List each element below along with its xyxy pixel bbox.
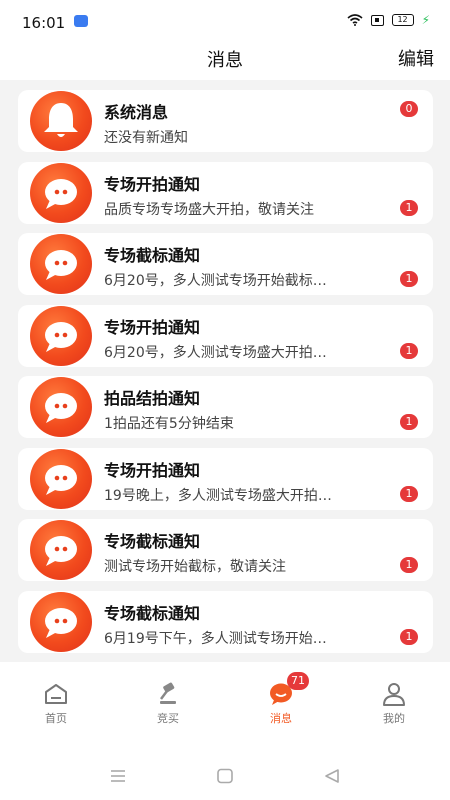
message-title: 系统消息 (104, 103, 169, 122)
tab-profile[interactable]: 我的 (364, 682, 424, 726)
unread-count-badge: 71 (287, 672, 309, 690)
tab-label: 消息 (270, 712, 292, 725)
message-list: 系统消息 还没有新通知 0 专场开拍通知 品质专场专场盛大开拍，敬请关注 1 专… (18, 90, 433, 662)
chat-bubble-icon (30, 234, 92, 294)
bell-icon (30, 91, 92, 151)
system-nav-bar (0, 750, 450, 800)
message-preview: 1拍品还有5分钟结束 (104, 416, 234, 432)
message-title: 专场开拍通知 (104, 460, 201, 480)
message-preview: 6月20号，多人测试专场盛大开拍… (104, 344, 327, 361)
person-icon (383, 683, 405, 706)
message-title: 专场开拍通知 (104, 174, 201, 194)
gavel-icon (160, 682, 176, 704)
unread-badge: 1 (400, 199, 418, 216)
screen-record-icon (370, 14, 384, 26)
message-preview: 测试专场开始截标，敬请关注 (104, 559, 286, 575)
chat-bubble-icon (30, 520, 92, 580)
message-title: 专场开拍通知 (104, 317, 201, 337)
unread-badge: 1 (400, 628, 418, 645)
unread-badge: 1 (400, 342, 418, 359)
status-icons: 12 ⚡ (347, 13, 430, 27)
message-item[interactable]: 专场开拍通知 6月20号，多人测试专场盛大开拍… 1 (18, 304, 433, 367)
message-item[interactable]: 专场开拍通知 品质专场专场盛大开拍，敬请关注 1 (18, 161, 433, 224)
app-notification-icon (74, 15, 88, 27)
chat-bubble-icon (30, 591, 92, 652)
unread-badge: 0 (400, 101, 418, 117)
message-title: 拍品结拍通知 (104, 389, 201, 408)
tab-label: 竞买 (157, 712, 179, 725)
message-title: 专场截标通知 (104, 246, 201, 265)
message-preview: 还没有新通知 (104, 130, 188, 146)
battery-icon: 12 (391, 14, 414, 26)
tab-label: 首页 (45, 712, 67, 725)
home-icon (45, 684, 67, 704)
chat-bubble-icon (30, 305, 92, 366)
status-bar: 16:01 12 ⚡ (0, 0, 450, 44)
message-item[interactable]: 专场截标通知 6月20号，多人测试专场开始截标… 1 (18, 233, 433, 295)
message-preview: 6月20号，多人测试专场开始截标… (104, 273, 327, 289)
message-item[interactable]: 专场截标通知 6月19号下午，多人测试专场开始… 1 (18, 590, 433, 653)
status-time: 16:01 (22, 14, 66, 32)
unread-badge: 1 (400, 557, 418, 573)
back-icon[interactable] (322, 768, 342, 784)
message-item[interactable]: 专场截标通知 测试专场开始截标，敬请关注 1 (18, 519, 433, 581)
unread-badge: 1 (400, 271, 418, 287)
tab-label: 我的 (383, 712, 405, 725)
message-preview: 品质专场专场盛大开拍，敬请关注 (104, 201, 314, 218)
header: 消息 编辑 (0, 44, 450, 80)
tab-bidding[interactable]: 竞买 (138, 682, 198, 726)
message-item-system[interactable]: 系统消息 还没有新通知 0 (18, 90, 433, 152)
wifi-icon (347, 14, 363, 26)
chat-bubble-icon (30, 377, 92, 437)
message-title: 专场截标通知 (104, 532, 201, 551)
chat-bubble-icon (30, 448, 92, 509)
chat-bubble-icon (30, 162, 92, 223)
message-preview: 6月19号下午，多人测试专场开始… (104, 630, 327, 647)
message-preview: 19号晚上，多人测试专场盛大开拍… (104, 487, 332, 504)
unread-badge: 1 (400, 414, 418, 430)
home-nav-icon[interactable] (215, 768, 235, 784)
bottom-tab-bar: 首页 竞买 71 消息 我的 (0, 662, 450, 750)
page-title: 消息 (207, 50, 243, 71)
message-item[interactable]: 拍品结拍通知 1拍品还有5分钟结束 1 (18, 376, 433, 438)
charging-icon: ⚡ (421, 13, 430, 27)
tab-home[interactable]: 首页 (26, 682, 86, 726)
tab-messages[interactable]: 71 消息 (251, 672, 311, 726)
unread-badge: 1 (400, 485, 418, 502)
message-item[interactable]: 专场开拍通知 19号晚上，多人测试专场盛大开拍… 1 (18, 447, 433, 510)
menu-icon[interactable] (108, 768, 128, 784)
message-title: 专场截标通知 (104, 603, 201, 623)
edit-button[interactable]: 编辑 (398, 45, 434, 71)
